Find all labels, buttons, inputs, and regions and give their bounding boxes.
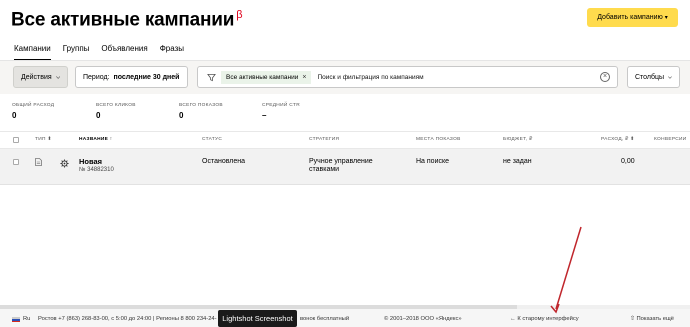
period-prefix: Период:: [83, 73, 110, 81]
campaign-budget[interactable]: не задан: [503, 158, 532, 165]
stat-value: 0: [96, 111, 101, 120]
text-campaign-icon: [35, 158, 42, 166]
column-spend-label: РАСХОД, ₽: [601, 137, 629, 142]
campaign-placements: На поиске: [416, 158, 450, 165]
campaign-strategy-line2[interactable]: ставками: [309, 166, 339, 173]
search-input[interactable]: Поиск и фильтрация по кампаниям: [317, 74, 423, 81]
region-link[interactable]: Ru: [23, 316, 30, 322]
show-more-label: Показать ещё: [636, 316, 674, 322]
footer: Ru Ростов +7 (863) 268-83-00, с 5:00 до …: [0, 309, 690, 327]
campaign-id: № 34882310: [79, 167, 114, 173]
old-interface-link[interactable]: ← К старому интерфейсу: [510, 316, 579, 322]
campaign-filter-search[interactable]: Все активные кампании × Поиск и фильтрац…: [197, 66, 618, 88]
select-all-checkbox[interactable]: [13, 137, 19, 143]
column-name-label: НАЗВАНИЕ: [79, 137, 109, 142]
campaign-strategy-line1[interactable]: Ручное управление: [309, 158, 373, 165]
stat-value: 0: [12, 111, 17, 120]
stat-label: СРЕДНИЙ CTR: [262, 103, 300, 108]
tab-groups[interactable]: Группы: [63, 44, 90, 61]
column-type-label: ТИП: [35, 137, 46, 142]
tab-bar: Кампании Группы Объявления Фразы: [14, 44, 184, 61]
lightshot-tooltip: Lightshot Screenshot: [218, 310, 297, 327]
stat-label: ВСЕГО ПОКАЗОВ: [179, 103, 223, 108]
support-phones: Ростов +7 (863) 268-83-00, с 5:00 до 24:…: [38, 316, 217, 322]
table-row[interactable]: Новая № 34882310 Остановлена Ручное упра…: [0, 149, 690, 185]
show-more-link[interactable]: ⇧ Показать ещё: [630, 316, 674, 322]
period-value: последние 30 дней: [113, 73, 180, 81]
add-campaign-button[interactable]: Добавить кампанию ▾: [587, 8, 678, 27]
column-status[interactable]: СТАТУС: [202, 137, 222, 142]
actions-label: Действия: [21, 73, 52, 81]
stat-value: –: [262, 111, 267, 120]
column-budget[interactable]: БЮДЖЕТ, ₽: [503, 137, 532, 142]
period-dropdown[interactable]: Период: последние 30 дней: [75, 66, 188, 88]
tab-ads[interactable]: Объявления: [101, 44, 147, 61]
stat-total-impressions: ВСЕГО ПОКАЗОВ 0: [179, 103, 223, 120]
table-header: ТИП ⬍ НАЗВАНИЕ ↑ СТАТУС СТРАТЕГИЯ МЕСТА …: [0, 131, 690, 149]
chevron-down-icon: [55, 75, 60, 79]
sort-asc-icon: ↑: [109, 137, 113, 142]
actions-dropdown[interactable]: Действия: [13, 66, 68, 88]
stat-value: 0: [179, 111, 184, 120]
old-interface-label: К старому интерфейсу: [517, 316, 579, 322]
column-placements[interactable]: МЕСТА ПОКАЗОВ: [416, 137, 461, 142]
page-title: Все активные кампании β: [11, 9, 243, 31]
funnel-icon: [207, 73, 216, 81]
columns-label: Столбцы: [635, 73, 665, 81]
beta-badge: β: [236, 9, 243, 21]
campaign-status: Остановлена: [202, 158, 246, 165]
stat-label: ОБЩИЙ РАСХОД: [12, 103, 55, 108]
column-strategy[interactable]: СТРАТЕГИЯ: [309, 137, 339, 142]
filter-tag-label: Все активные кампании: [226, 73, 299, 81]
close-icon[interactable]: ×: [302, 74, 306, 81]
tab-campaigns[interactable]: Кампании: [14, 44, 51, 61]
sort-icon: ⬍: [630, 137, 635, 142]
column-spend[interactable]: РАСХОД, ₽ ⬍: [601, 137, 634, 142]
stat-average-ctr: СРЕДНИЙ CTR –: [262, 103, 300, 120]
campaign-spend: 0,00: [621, 158, 635, 165]
column-type[interactable]: ТИП ⬍: [35, 137, 52, 142]
arrow-left-icon: ←: [510, 316, 516, 322]
copyright: © 2001–2018 ООО «Яндекс»: [384, 316, 462, 322]
gear-icon[interactable]: [60, 159, 69, 168]
chevron-down-icon: ▾: [664, 15, 668, 21]
column-conversions[interactable]: КОНВЕРСИИ: [654, 137, 687, 142]
free-call-text: вонок бесплатный: [300, 316, 350, 322]
chevron-down-icon: [668, 75, 672, 79]
tab-phrases[interactable]: Фразы: [160, 44, 184, 61]
columns-dropdown[interactable]: Столбцы: [627, 66, 680, 88]
campaign-name-link[interactable]: Новая: [79, 157, 102, 166]
page-title-text: Все активные кампании: [11, 9, 235, 31]
stat-total-spend: ОБЩИЙ РАСХОД 0: [12, 103, 54, 120]
add-campaign-label: Добавить кампанию: [597, 14, 663, 21]
arrow-up-icon: ⇧: [630, 316, 635, 322]
sort-icon: ⬍: [47, 137, 52, 142]
stat-label: ВСЕГО КЛИКОВ: [96, 103, 136, 108]
clear-search-icon[interactable]: ×: [600, 72, 610, 82]
stat-total-clicks: ВСЕГО КЛИКОВ 0: [96, 103, 136, 120]
row-checkbox[interactable]: [13, 159, 19, 165]
russia-flag-icon: [12, 317, 20, 323]
filter-tag[interactable]: Все активные кампании ×: [221, 70, 312, 84]
column-name[interactable]: НАЗВАНИЕ ↑: [79, 137, 112, 142]
